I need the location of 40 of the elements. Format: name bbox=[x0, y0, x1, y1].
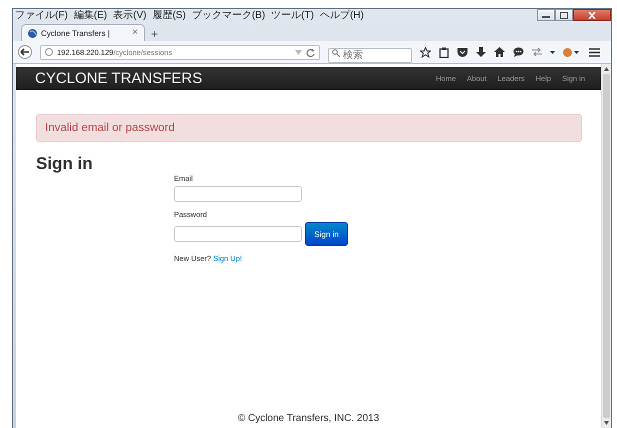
scroll-up-icon[interactable] bbox=[604, 67, 609, 71]
menu-item[interactable]: ブックマーク(B) bbox=[192, 9, 266, 22]
input-field[interactable] bbox=[174, 226, 302, 242]
brand-link[interactable]: CYCLONE TRANSFERS bbox=[35, 70, 202, 87]
caret-icon[interactable] bbox=[550, 50, 555, 54]
menu-item[interactable]: ファイル(F) bbox=[15, 9, 68, 22]
home-icon[interactable] bbox=[494, 47, 505, 57]
menu-item[interactable]: ヘルプ(H) bbox=[320, 9, 364, 22]
submit-button[interactable]: Sign in bbox=[305, 222, 348, 246]
tab-title: Cyclone Transfers | bbox=[41, 28, 111, 38]
search-field[interactable]: 検索 bbox=[328, 48, 412, 62]
chat-icon[interactable] bbox=[513, 47, 524, 57]
search-icon bbox=[332, 48, 340, 56]
menu-item[interactable]: ツール(T) bbox=[271, 9, 314, 22]
minimize-button[interactable] bbox=[537, 9, 555, 21]
download-icon[interactable] bbox=[476, 46, 486, 58]
arrows-icon[interactable] bbox=[532, 48, 542, 56]
caret-icon[interactable] bbox=[574, 50, 579, 54]
menu-item[interactable]: 表示(V) bbox=[113, 9, 146, 22]
clipboard-icon[interactable] bbox=[439, 46, 449, 58]
tab-close-button[interactable]: × bbox=[132, 28, 138, 38]
maximize-icon bbox=[560, 12, 568, 18]
new-tab-button[interactable]: + bbox=[151, 27, 158, 41]
back-icon[interactable] bbox=[18, 45, 32, 59]
reload-icon[interactable] bbox=[306, 48, 315, 56]
shield-icon[interactable] bbox=[457, 47, 468, 57]
footer-text: © Cyclone Transfers, INC. 2013 bbox=[236, 413, 380, 426]
menu-icon[interactable] bbox=[589, 48, 600, 56]
star-icon[interactable] bbox=[420, 46, 431, 58]
maximize-button[interactable] bbox=[555, 9, 573, 21]
browser-tab[interactable]: Cyclone Transfers | × bbox=[21, 24, 145, 41]
menu-item[interactable]: 履歴(S) bbox=[152, 9, 186, 22]
close-button[interactable] bbox=[573, 9, 611, 21]
error-message: Invalid email or password bbox=[45, 122, 175, 134]
close-icon bbox=[588, 12, 596, 18]
page-heading: Sign in bbox=[36, 154, 94, 175]
input-field[interactable] bbox=[174, 186, 302, 202]
scrollbar[interactable] bbox=[601, 64, 611, 428]
scroll-down-icon[interactable] bbox=[604, 421, 609, 425]
menu-item[interactable]: 編集(E) bbox=[74, 9, 108, 22]
